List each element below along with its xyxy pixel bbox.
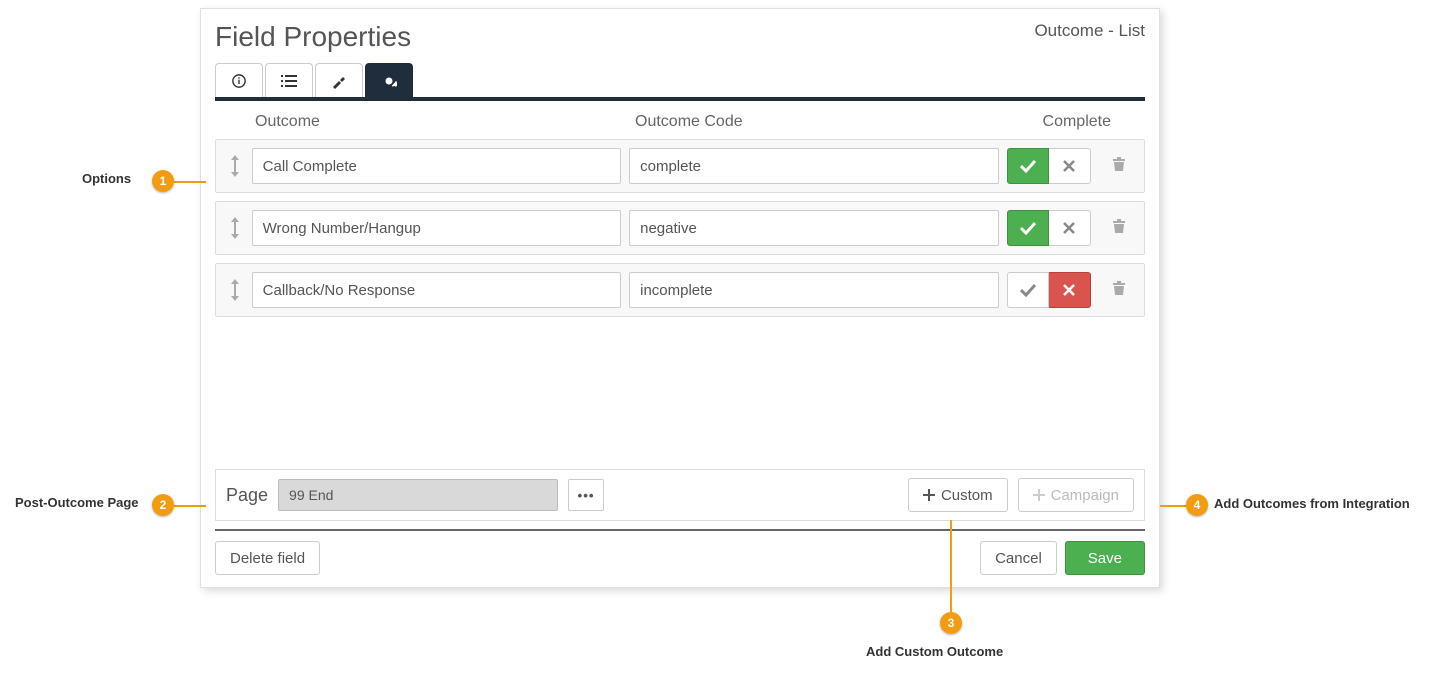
complete-toggle — [1007, 210, 1091, 246]
delete-row-button[interactable] — [1105, 218, 1134, 239]
drag-handle-icon[interactable] — [226, 155, 244, 177]
tab-style[interactable] — [315, 63, 363, 97]
save-button[interactable]: Save — [1065, 541, 1145, 575]
tab-list[interactable] — [265, 63, 313, 97]
page-title: Field Properties — [215, 21, 411, 53]
plus-icon — [1033, 489, 1045, 501]
outcome-code-input[interactable] — [629, 272, 998, 308]
add-campaign-label: Campaign — [1051, 487, 1119, 504]
outcome-code-input[interactable] — [629, 148, 998, 184]
tab-info[interactable] — [215, 63, 263, 97]
complete-no-button[interactable] — [1049, 210, 1091, 246]
check-icon — [1020, 159, 1036, 173]
col-header-complete: Complete — [1043, 113, 1111, 131]
callout-label-1: Options — [82, 171, 131, 186]
trash-icon — [1112, 280, 1126, 296]
table-row — [215, 263, 1145, 317]
plus-icon — [923, 489, 935, 501]
callout-label-2: Post-Outcome Page — [15, 495, 139, 510]
callout-label-4: Add Outcomes from Integration — [1214, 496, 1410, 511]
callout-badge-4: 4 — [1186, 494, 1208, 516]
complete-no-button[interactable] — [1049, 272, 1091, 308]
info-icon — [232, 74, 246, 88]
footer: Delete field Cancel Save — [215, 529, 1145, 575]
x-icon — [1063, 284, 1075, 296]
page-select[interactable] — [278, 479, 558, 511]
outcome-name-input[interactable] — [252, 210, 621, 246]
spacer — [215, 317, 1145, 469]
callout-label-3: Add Custom Outcome — [866, 644, 1003, 659]
complete-no-button[interactable] — [1049, 148, 1091, 184]
field-properties-panel: Field Properties Outcome - List Outcome … — [200, 8, 1160, 588]
x-icon — [1063, 222, 1075, 234]
list-icon — [281, 74, 297, 88]
drag-handle-icon[interactable] — [226, 217, 244, 239]
complete-yes-button[interactable] — [1007, 148, 1049, 184]
add-campaign-button[interactable]: Campaign — [1018, 478, 1134, 512]
check-icon — [1020, 221, 1036, 235]
gear-icon — [381, 73, 397, 89]
table-row — [215, 139, 1145, 193]
tabs — [215, 63, 1145, 101]
check-icon — [1020, 283, 1036, 297]
callout-badge-3: 3 — [940, 612, 962, 634]
panel-header: Field Properties Outcome - List — [215, 21, 1145, 53]
delete-row-button[interactable] — [1105, 156, 1134, 177]
callout-leader-1 — [174, 181, 206, 183]
drag-handle-icon[interactable] — [226, 279, 244, 301]
page-browse-button[interactable]: ••• — [568, 479, 604, 511]
complete-yes-button[interactable] — [1007, 272, 1049, 308]
outcome-name-input[interactable] — [252, 148, 621, 184]
callout-leader-4 — [1160, 505, 1186, 507]
trash-icon — [1112, 156, 1126, 172]
tab-settings[interactable] — [365, 63, 413, 97]
complete-yes-button[interactable] — [1007, 210, 1049, 246]
outcome-rows — [215, 139, 1145, 317]
page-bar: Page ••• Custom Campaign — [215, 469, 1145, 521]
callout-badge-1: 1 — [152, 170, 174, 192]
complete-toggle — [1007, 148, 1091, 184]
outcome-code-input[interactable] — [629, 210, 998, 246]
page-subtitle: Outcome - List — [1034, 21, 1145, 41]
x-icon — [1063, 160, 1075, 172]
trash-icon — [1112, 218, 1126, 234]
outcome-name-input[interactable] — [252, 272, 621, 308]
delete-field-button[interactable]: Delete field — [215, 541, 320, 575]
eyedropper-icon — [331, 73, 347, 89]
add-custom-button[interactable]: Custom — [908, 478, 1008, 512]
callout-leader-2 — [174, 505, 206, 507]
callout-leader-3 — [950, 520, 952, 612]
delete-row-button[interactable] — [1105, 280, 1134, 301]
callout-badge-2: 2 — [152, 494, 174, 516]
complete-toggle — [1007, 272, 1091, 308]
col-header-code: Outcome Code — [635, 113, 1013, 131]
cancel-button[interactable]: Cancel — [980, 541, 1057, 575]
page-label: Page — [226, 485, 268, 506]
col-header-outcome: Outcome — [255, 113, 635, 131]
table-row — [215, 201, 1145, 255]
add-custom-label: Custom — [941, 487, 993, 504]
column-headers: Outcome Outcome Code Complete — [215, 101, 1145, 139]
